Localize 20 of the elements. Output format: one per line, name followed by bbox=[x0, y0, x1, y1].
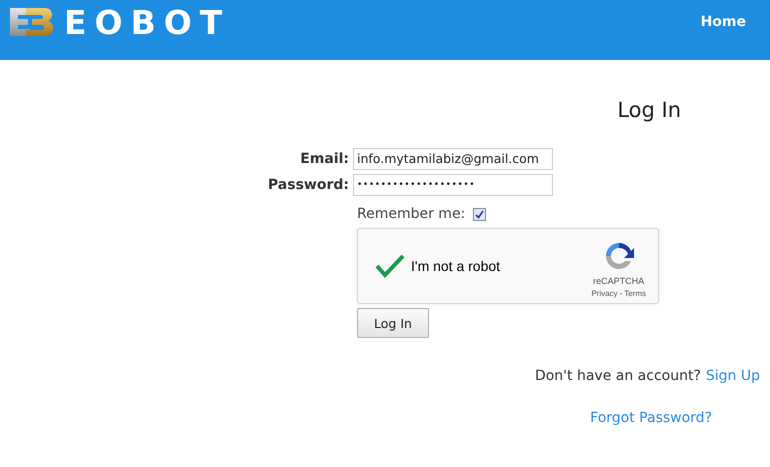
brand-name: EOBOT bbox=[64, 5, 230, 41]
captcha-brand: reCAPTCHA bbox=[593, 276, 644, 286]
email-field[interactable]: info.mytamilabiz@gmail.com bbox=[353, 148, 553, 170]
home-link[interactable]: Home bbox=[700, 14, 746, 30]
captcha-checkbox[interactable] bbox=[375, 254, 405, 278]
password-label: Password: bbox=[266, 177, 350, 193]
password-field[interactable]: •••••••••••••••••••• bbox=[353, 174, 553, 196]
forgot-password-link[interactable]: Forgot Password? bbox=[590, 410, 712, 426]
login-button[interactable]: Log In bbox=[357, 308, 429, 338]
terms-link[interactable]: Terms bbox=[624, 289, 646, 298]
remember-label: Remember me: bbox=[357, 206, 466, 222]
page-title: Log In bbox=[616, 97, 681, 124]
remember-checkbox[interactable] bbox=[473, 208, 486, 220]
privacy-link[interactable]: Privacy bbox=[591, 289, 618, 298]
link-separator: - bbox=[620, 289, 622, 298]
captcha-label: I'm not a robot bbox=[411, 258, 500, 274]
signup-link[interactable]: Sign Up bbox=[706, 368, 760, 384]
email-label: Email: bbox=[299, 151, 350, 167]
signup-prompt: Don't have an account? bbox=[534, 368, 701, 384]
logo-icon bbox=[8, 6, 54, 38]
